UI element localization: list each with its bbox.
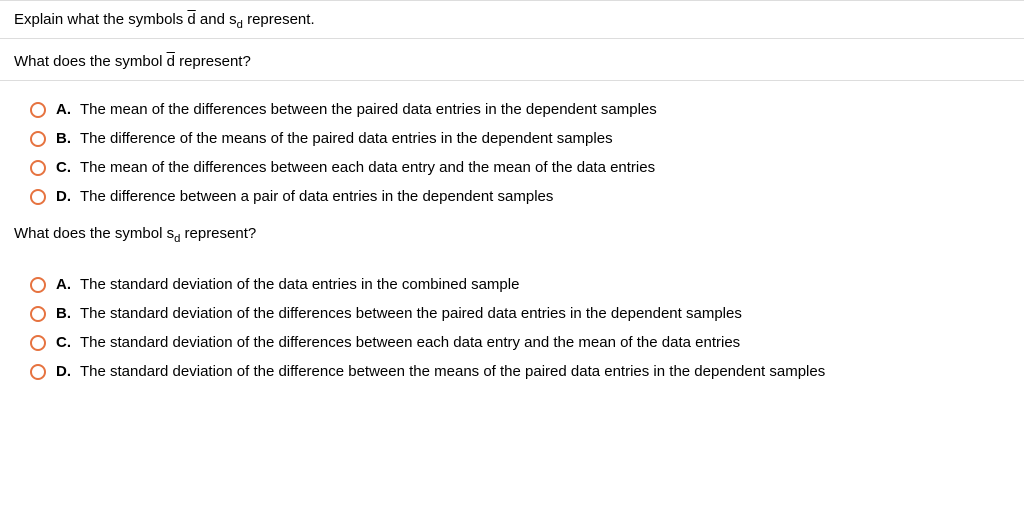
option-content: C. The standard deviation of the differe… (56, 334, 740, 351)
question-container: Explain what the symbols d and sd repres… (0, 0, 1024, 400)
option-label: D. (56, 363, 74, 380)
option-text: The mean of the differences between each… (80, 159, 655, 176)
option-text: The standard deviation of the difference… (80, 334, 740, 351)
radio-button[interactable] (30, 335, 46, 351)
radio-button[interactable] (30, 160, 46, 176)
option-content: A. The standard deviation of the data en… (56, 276, 519, 293)
option-row[interactable]: B. The standard deviation of the differe… (14, 299, 1010, 328)
prompt-text-pre: Explain what the symbols (14, 11, 187, 28)
symbol-d-bar: d (187, 11, 195, 28)
symbol-d-bar: d (167, 53, 175, 70)
radio-button[interactable] (30, 306, 46, 322)
prompt-text-mid: and s (196, 11, 237, 28)
option-label: D. (56, 188, 74, 205)
option-row[interactable]: D. The difference between a pair of data… (14, 182, 1010, 211)
part2-options: A. The standard deviation of the data en… (0, 256, 1024, 400)
option-label: C. (56, 159, 74, 176)
radio-button[interactable] (30, 277, 46, 293)
option-content: C. The mean of the differences between e… (56, 159, 655, 176)
part1-question: What does the symbol d represent? (0, 39, 1024, 81)
question-prompt: Explain what the symbols d and sd repres… (0, 0, 1024, 39)
part1-question-pre: What does the symbol (14, 53, 167, 70)
option-text: The mean of the differences between the … (80, 101, 657, 118)
option-content: A. The mean of the differences between t… (56, 101, 657, 118)
option-row[interactable]: A. The standard deviation of the data en… (14, 270, 1010, 299)
part2-question: What does the symbol sd represent? (0, 225, 1024, 256)
radio-button[interactable] (30, 364, 46, 380)
part1-options: A. The mean of the differences between t… (0, 81, 1024, 225)
option-content: B. The difference of the means of the pa… (56, 130, 613, 147)
option-text: The difference of the means of the paire… (80, 130, 613, 147)
option-row[interactable]: B. The difference of the means of the pa… (14, 124, 1010, 153)
radio-button[interactable] (30, 189, 46, 205)
option-row[interactable]: C. The standard deviation of the differe… (14, 328, 1010, 357)
option-row[interactable]: D. The standard deviation of the differe… (14, 357, 1010, 386)
option-content: D. The difference between a pair of data… (56, 188, 553, 205)
option-label: C. (56, 334, 74, 351)
option-label: A. (56, 101, 74, 118)
part1-question-post: represent? (175, 53, 251, 70)
option-row[interactable]: A. The mean of the differences between t… (14, 95, 1010, 124)
part2-question-pre: What does the symbol s (14, 225, 174, 242)
option-label: A. (56, 276, 74, 293)
option-text: The standard deviation of the data entri… (80, 276, 519, 293)
option-text: The standard deviation of the difference… (80, 305, 742, 322)
prompt-text-post: represent. (243, 11, 315, 28)
option-text: The difference between a pair of data en… (80, 188, 553, 205)
option-text: The standard deviation of the difference… (80, 363, 825, 380)
radio-button[interactable] (30, 131, 46, 147)
option-label: B. (56, 305, 74, 322)
option-content: D. The standard deviation of the differe… (56, 363, 825, 380)
option-row[interactable]: C. The mean of the differences between e… (14, 153, 1010, 182)
radio-button[interactable] (30, 102, 46, 118)
part2-question-post: represent? (180, 225, 256, 242)
option-label: B. (56, 130, 74, 147)
option-content: B. The standard deviation of the differe… (56, 305, 742, 322)
